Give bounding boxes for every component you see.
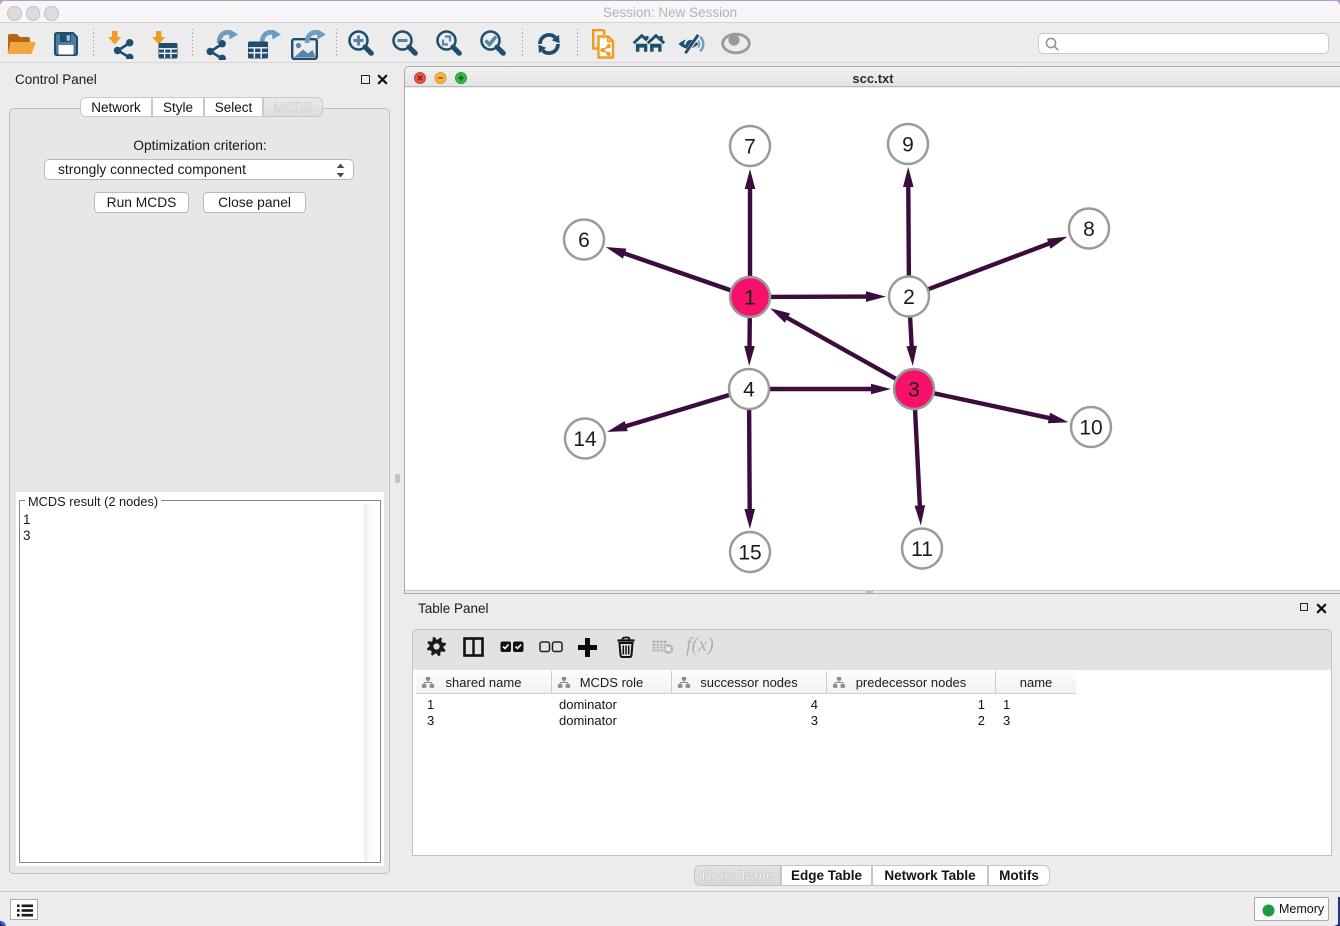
- svg-text:14: 14: [573, 428, 597, 451]
- svg-text:15: 15: [738, 542, 761, 565]
- svg-text:1: 1: [744, 287, 756, 310]
- svg-text:8: 8: [1083, 218, 1095, 241]
- svg-text:3: 3: [908, 379, 920, 402]
- svg-text:4: 4: [743, 379, 755, 402]
- svg-text:9: 9: [902, 134, 914, 157]
- svg-text:11: 11: [911, 538, 933, 561]
- svg-text:6: 6: [578, 229, 590, 252]
- svg-text:10: 10: [1079, 417, 1102, 440]
- svg-text:7: 7: [744, 136, 756, 159]
- svg-text:2: 2: [903, 286, 915, 309]
